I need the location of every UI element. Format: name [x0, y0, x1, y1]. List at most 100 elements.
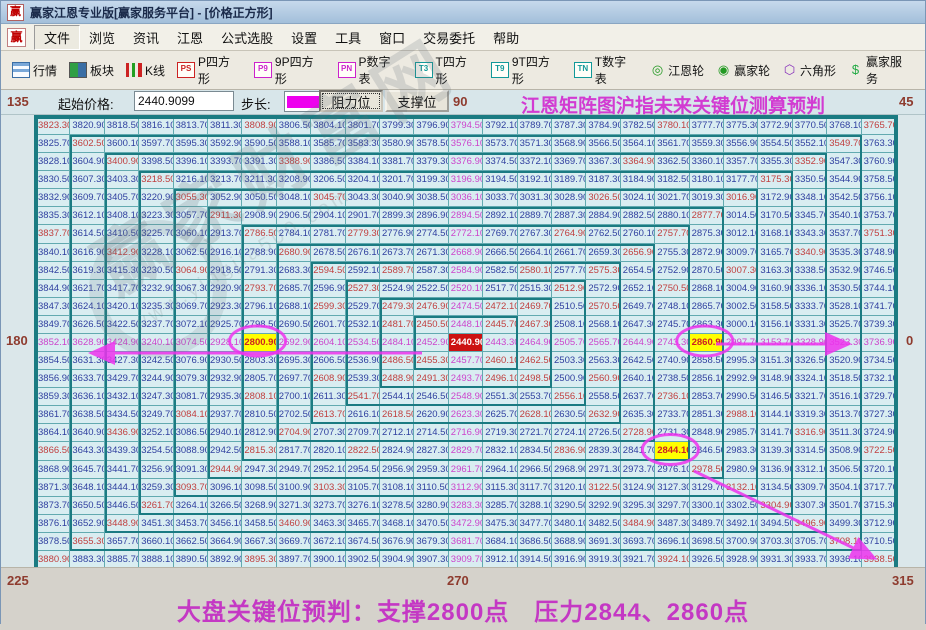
grid-cell: 3405.70 — [104, 189, 140, 208]
grid-cell: 3036.10 — [448, 189, 484, 208]
grid-cell: 3436.90 — [104, 424, 140, 443]
menu-item-5[interactable]: 公式选股 — [212, 26, 282, 49]
toolbar-item[interactable]: PS P四方形 — [172, 50, 247, 90]
title-bar: 赢 赢家江恩专业版[赢家服务平台] - [价格正方形] — [1, 1, 925, 24]
grid-cell: 3240.10 — [139, 333, 174, 353]
menu-item-8[interactable]: 窗口 — [370, 26, 414, 49]
grid-cell: 3009.70 — [724, 243, 759, 262]
grid-cell: 2652.10 — [620, 279, 656, 298]
grid-cell: 3727.30 — [861, 406, 896, 425]
grid-cell: 2880.10 — [655, 207, 690, 226]
window-title: 赢家江恩专业版[赢家服务平台] - [价格正方形] — [30, 5, 273, 20]
support-button[interactable]: 支撑位 — [385, 90, 449, 112]
grid-cell: 2863.30 — [689, 315, 724, 334]
grid-cell: 3859.30 — [36, 388, 71, 407]
grid-cell: 3216.10 — [173, 171, 208, 190]
toolbar-item[interactable]: ◉ 赢家轮 — [711, 59, 775, 82]
menu-item-10[interactable]: 帮助 — [484, 26, 528, 49]
grid-cell: 2601.70 — [311, 315, 346, 334]
grid-cell: 3117.70 — [517, 478, 552, 497]
grid-cell: 3424.90 — [104, 333, 140, 353]
toolbar-item[interactable]: ⬡ 六角形 — [777, 59, 841, 82]
grid-cell: 2587.30 — [414, 261, 449, 280]
grid-cell: 3873.70 — [36, 496, 71, 515]
grid-cell: 2522.50 — [414, 279, 449, 298]
grid-cell: 2656.90 — [620, 243, 656, 262]
grid-cell: 3307.30 — [792, 496, 828, 515]
grid-cell: 3835.30 — [36, 207, 71, 226]
grid-cell: 2448.10 — [448, 315, 484, 334]
gann-wheel-icon: ◎ — [651, 62, 664, 77]
menu-item-1[interactable]: 文件 — [34, 24, 81, 50]
grid-cell: 3396.10 — [173, 153, 208, 172]
toolbar-item[interactable]: PN P数字表 — [333, 50, 408, 90]
grid-cell: 3283.30 — [448, 496, 484, 515]
grid-cell: 3223.30 — [139, 207, 174, 226]
grid-cell: 2625.70 — [483, 406, 518, 425]
menu-item-3[interactable]: 资讯 — [124, 26, 168, 49]
menu-item-7[interactable]: 工具 — [326, 26, 370, 49]
grid-cell: 3444.10 — [104, 478, 140, 497]
grid-cell: 2599.30 — [311, 297, 346, 316]
grid-cell: 2791.30 — [242, 261, 277, 280]
grid-cell: 3129.70 — [689, 478, 724, 497]
grid-cell: 3084.10 — [173, 406, 208, 425]
toolbar-item[interactable]: TN T数字表 — [569, 50, 643, 90]
grid-cell: 3367.30 — [586, 153, 621, 172]
toolbar-item-label: K线 — [144, 63, 165, 78]
start-price-input[interactable] — [134, 91, 234, 111]
grid-cell: 2731.30 — [655, 424, 690, 443]
grid-cell: 3434.50 — [104, 406, 140, 425]
grid-cell: 3256.90 — [139, 460, 174, 479]
toolbar-item[interactable]: T3 T四方形 — [410, 50, 484, 90]
grid-cell: 3278.50 — [380, 496, 415, 515]
grid-cell: 3388.90 — [276, 153, 312, 172]
grid-cell: 3072.10 — [173, 315, 208, 334]
toolbar-item[interactable]: $ 赢家服务 — [843, 50, 919, 90]
toolbar-item[interactable]: P9 9P四方形 — [249, 50, 331, 90]
grid-cell: 2690.50 — [276, 315, 312, 334]
grid-cell: 2779.30 — [345, 225, 380, 244]
grid-cell: 2536.90 — [345, 352, 380, 371]
toolbar-item[interactable]: 板块 — [64, 59, 119, 82]
grid-cell: 2608.90 — [311, 370, 346, 389]
grid-cell: 3086.50 — [173, 424, 208, 443]
grid-cell: 3547.30 — [827, 153, 862, 172]
grid-cell: 3748.90 — [861, 243, 896, 262]
grid-cell: 3847.30 — [36, 297, 71, 316]
grid-cell: 3813.70 — [173, 117, 208, 136]
grid-cell: 3688.90 — [552, 532, 587, 551]
grid-cell: 3064.90 — [173, 261, 208, 280]
grid-cell: 3868.90 — [36, 460, 71, 479]
grid-cell: 3715.30 — [861, 496, 896, 515]
grid-cell: 3201.70 — [380, 171, 415, 190]
grid-cell: 2978.50 — [689, 460, 724, 479]
grid-cell: 3578.50 — [414, 135, 449, 154]
resistance-button[interactable]: 阻力位 — [319, 90, 383, 112]
toolbar-item[interactable]: K线 — [121, 59, 170, 82]
grid-cell: 2820.10 — [311, 442, 346, 461]
grid-cell: 3244.90 — [139, 370, 174, 389]
grid-cell: 3031.30 — [517, 189, 552, 208]
toolbar-item-label: 9T四方形 — [511, 55, 550, 86]
toolbar-item[interactable]: T9 9T四方形 — [486, 50, 567, 90]
toolbar-item[interactable]: ◎ 江恩轮 — [645, 59, 709, 82]
toolbar-item[interactable]: 行情 — [7, 59, 62, 82]
grid-cell: 3324.10 — [792, 370, 828, 389]
menu-item-4[interactable]: 江恩 — [168, 26, 212, 49]
grid-cell: 3160.90 — [758, 279, 793, 298]
grid-cell: 3122.50 — [586, 478, 621, 497]
menu-item-9[interactable]: 交易委托 — [414, 26, 484, 49]
menu-item-6[interactable]: 设置 — [282, 26, 326, 49]
grid-cell: 2664.10 — [517, 243, 552, 262]
grid-cell: 3230.50 — [139, 261, 174, 280]
prediction-banner: 大盘关键位预判：支撑2800点 压力2844、2860点 — [176, 599, 750, 626]
menu-item-2[interactable]: 浏览 — [80, 26, 124, 49]
grid-cell: 2491.30 — [414, 370, 449, 389]
angle-label-45: 45 — [899, 94, 914, 109]
grid-cell: 2904.10 — [311, 207, 346, 226]
grid-cell: 3024.10 — [620, 189, 656, 208]
grid-cell: 3734.50 — [861, 352, 896, 371]
grid-cell: 2460.10 — [483, 352, 518, 371]
toolbar-item-label: P四方形 — [197, 55, 230, 86]
